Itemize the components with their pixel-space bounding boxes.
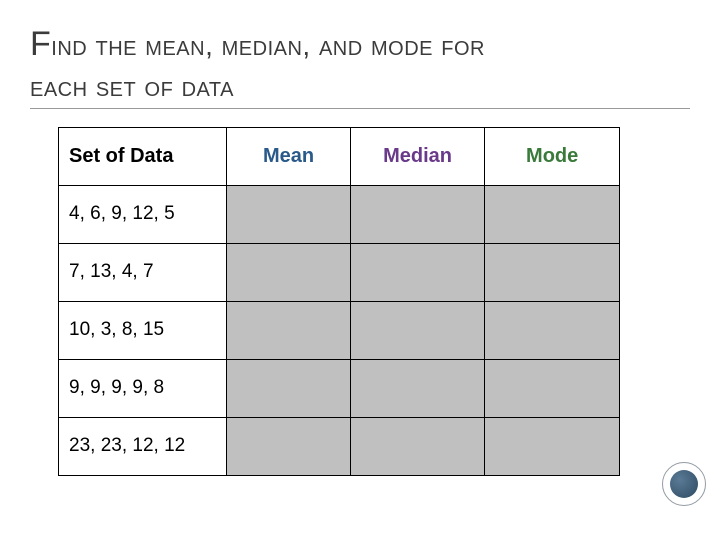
cell-mean [227,417,350,475]
header-set: Set of Data [59,127,227,185]
cell-set: 4, 6, 9, 12, 5 [59,185,227,243]
title-block: Find the mean, median, and mode for each… [30,22,690,109]
title-line2: each set of data [30,71,234,102]
cell-set: 23, 23, 12, 12 [59,417,227,475]
slide: Find the mean, median, and mode for each… [0,0,720,540]
cell-set: 7, 13, 4, 7 [59,243,227,301]
cell-mean [227,243,350,301]
title-line1: ind the mean, median, and mode for [51,30,485,61]
cell-set-label: 23, 23, 12, 12 [69,435,185,456]
header-median-label: Median [383,145,452,167]
header-mode: Mode [485,127,620,185]
slide-title: Find the mean, median, and mode for each… [30,22,690,106]
cell-mean [227,359,350,417]
cell-set-label: 9, 9, 9, 9, 8 [69,377,164,398]
table-row: 23, 23, 12, 12 [59,417,620,475]
header-mean-label: Mean [263,145,314,167]
header-mean: Mean [227,127,350,185]
table-container: Set of Data Mean Median Mode 4, 6, 9, 12… [30,127,690,476]
cell-median [350,185,485,243]
cell-set-label: 7, 13, 4, 7 [69,261,154,282]
cell-mode [485,185,620,243]
table-row: 7, 13, 4, 7 [59,243,620,301]
cell-set: 10, 3, 8, 15 [59,301,227,359]
cell-mode [485,417,620,475]
cell-mean [227,301,350,359]
header-mode-label: Mode [526,145,578,167]
cell-median [350,417,485,475]
cell-mode [485,359,620,417]
table-header-row: Set of Data Mean Median Mode [59,127,620,185]
cell-mean [227,185,350,243]
cell-mode [485,243,620,301]
cell-median [350,243,485,301]
cell-median [350,359,485,417]
cell-set-label: 4, 6, 9, 12, 5 [69,203,175,224]
cell-set-label: 10, 3, 8, 15 [69,319,164,340]
cell-set: 9, 9, 9, 9, 8 [59,359,227,417]
cell-median [350,301,485,359]
table-row: 9, 9, 9, 9, 8 [59,359,620,417]
table-row: 10, 3, 8, 15 [59,301,620,359]
header-median: Median [350,127,485,185]
table-row: 4, 6, 9, 12, 5 [59,185,620,243]
title-first-letter: F [30,25,51,63]
data-table: Set of Data Mean Median Mode 4, 6, 9, 12… [58,127,620,476]
cell-mode [485,301,620,359]
header-set-label: Set of Data [69,145,173,167]
decorative-circle-icon [662,462,706,506]
